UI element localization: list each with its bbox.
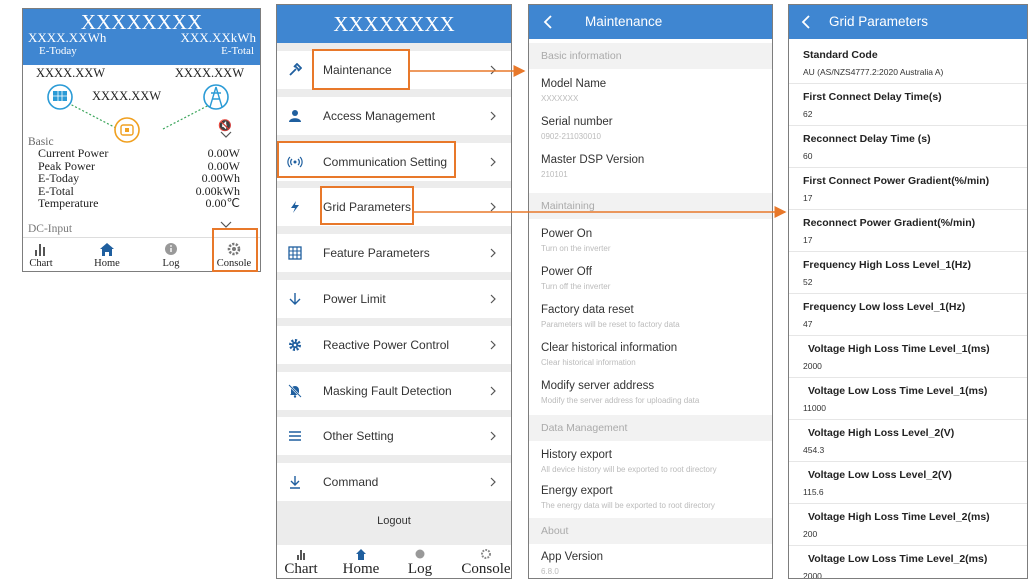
annotation-arrows: [410, 65, 787, 218]
